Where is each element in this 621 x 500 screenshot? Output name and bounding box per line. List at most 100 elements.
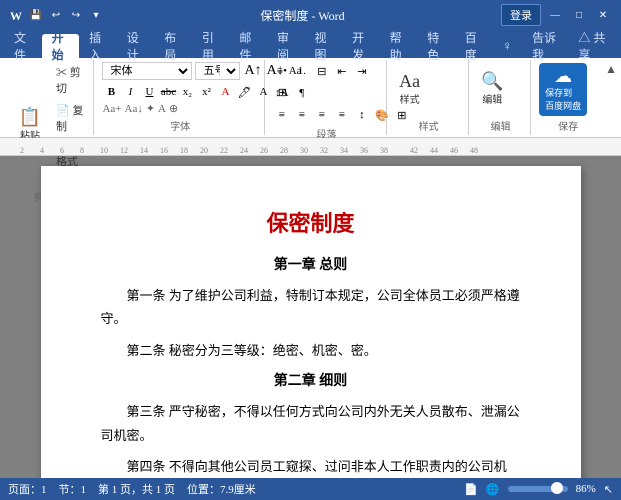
justify-button[interactable]: ≡ [333, 106, 351, 124]
ribbon: 📋 粘贴 ✂ 剪切 📄 复制 🖌 格式刷 剪贴板 宋体 五号 A↑ A↓ [0, 58, 621, 138]
ribbon-group-edit: 🔍 编辑 编辑 [471, 60, 531, 135]
document-area[interactable]: 保密制度 第一章 总则 第一条 为了维护公司利益，特制订本规定，公司全体员工必须… [0, 156, 621, 478]
tab-help[interactable]: 帮助 [380, 34, 418, 58]
numbering-button[interactable]: 1. [293, 62, 311, 80]
subscript-button[interactable]: x₂ [178, 83, 196, 101]
ribbon-group-save: ☁ 保存到 百度网盘 保存 [533, 60, 603, 135]
decrease-indent-button[interactable]: ⇤ [333, 62, 351, 80]
status-page-of: 第 1 页，共 1 页 [98, 481, 175, 497]
tab-home[interactable]: 开始 [42, 34, 80, 58]
edit-icon: 🔍 [481, 72, 503, 90]
ruler: 2 4 6 8 10 12 14 16 18 20 22 24 26 28 30… [0, 138, 621, 156]
ribbon-tabs: 文件 开始 插入 设计 布局 引用 邮件 审阅 视图 开发 帮助 特色 百度 ♀… [0, 30, 621, 58]
ribbon-collapse[interactable]: ▲ [605, 60, 617, 135]
font-label: 字体 [102, 118, 257, 133]
minimize-button[interactable]: — [545, 8, 565, 22]
copy-button[interactable]: 📄 复制 [52, 100, 87, 136]
align-right-button[interactable]: ≡ [313, 106, 331, 124]
paste-icon: 📋 [19, 108, 41, 126]
undo-icon[interactable]: ↩ [48, 7, 64, 23]
cut-button[interactable]: ✂ 剪切 [52, 62, 87, 98]
paragraph-1: 第一条 为了维护公司利益，特制订本规定，公司全体员工必须严格遵守。 [101, 284, 521, 331]
font-color-button[interactable]: A [216, 83, 234, 101]
tab-references[interactable]: 引用 [192, 34, 230, 58]
status-section: 节：1 [59, 481, 87, 497]
superscript-button[interactable]: x² [197, 83, 215, 101]
tab-insert[interactable]: 插入 [79, 34, 117, 58]
status-position: 位置：7.9厘米 [187, 481, 256, 497]
ribbon-group-font: 宋体 五号 A↑ A↓ Aa B I U abc x₂ x² A 🖊 A ⊞ [96, 60, 264, 135]
font-row-2: B I U abc x₂ x² A 🖊 A ⊞ [102, 83, 291, 101]
zoom-thumb [551, 482, 563, 494]
align-center-button[interactable]: ≡ [293, 106, 311, 124]
status-right: 📄 🌐 86% ↖ [464, 483, 613, 496]
styles-icon: Aa [399, 72, 420, 90]
bold-button[interactable]: B [102, 83, 120, 101]
redo-icon[interactable]: ↪ [68, 7, 84, 23]
ribbon-group-paragraph: ≡• 1. ⊟ ⇤ ⇥ ↕A ¶ ≡ ≡ ≡ ≡ ↕ 🎨 ⊞ 段落 [267, 60, 387, 135]
paragraph-4: 第四条 不得向其他公司员工窥探、过问非本人工作职责内的公司机密。 [101, 455, 521, 478]
tab-review[interactable]: 审阅 [267, 34, 305, 58]
status-bar: 页面：1 节：1 第 1 页，共 1 页 位置：7.9厘米 📄 🌐 86% ↖ [0, 478, 621, 500]
login-button[interactable]: 登录 [501, 4, 541, 26]
strikethrough-button[interactable]: abc [159, 83, 177, 101]
tab-baidu[interactable]: 百度 [455, 34, 493, 58]
word-logo-icon: W [8, 7, 24, 23]
sort-button[interactable]: ↕A [273, 84, 291, 102]
save-baidu-button[interactable]: ☁ 保存到 百度网盘 [539, 63, 587, 116]
title-right: 登录 — □ ✕ [501, 4, 613, 26]
tab-view[interactable]: 视图 [305, 34, 343, 58]
align-left-button[interactable]: ≡ [273, 106, 291, 124]
layout-icon[interactable]: 📄 [464, 483, 478, 496]
highlight-button[interactable]: 🖊 [235, 83, 253, 101]
svg-text:W: W [10, 9, 22, 23]
tab-female[interactable]: ♀ [492, 34, 522, 58]
grow-font-button[interactable]: A↑ [243, 62, 262, 80]
cursor-icon: ↖ [604, 483, 613, 496]
status-left: 页面：1 节：1 第 1 页，共 1 页 位置：7.9厘米 [8, 481, 256, 497]
edit-content: 🔍 编辑 [477, 62, 524, 116]
tab-file[interactable]: 文件 [4, 34, 42, 58]
increase-indent-button[interactable]: ⇥ [353, 62, 371, 80]
multilevel-button[interactable]: ⊟ [313, 62, 331, 80]
paragraph-content: ≡• 1. ⊟ ⇤ ⇥ ↕A ¶ ≡ ≡ ≡ ≡ ↕ 🎨 ⊞ [273, 62, 380, 124]
zoom-slider[interactable] [508, 486, 568, 492]
bullets-button[interactable]: ≡• [273, 62, 291, 80]
document-title: 保密制度 [101, 206, 521, 238]
document-page: 保密制度 第一章 总则 第一条 为了维护公司利益，特制订本规定，公司全体员工必须… [41, 166, 581, 478]
edit-button[interactable]: 🔍 编辑 [477, 70, 507, 108]
para-row-1: ≡• 1. ⊟ ⇤ ⇥ [273, 62, 371, 80]
underline-button[interactable]: U [140, 83, 158, 101]
styles-gallery-button[interactable]: Aa 样式 [395, 70, 424, 108]
styles-content: Aa 样式 [395, 62, 462, 116]
status-page: 页面：1 [8, 481, 47, 497]
tab-developer[interactable]: 开发 [342, 34, 380, 58]
tab-design[interactable]: 设计 [117, 34, 155, 58]
chapter2-heading: 第二章 细则 [101, 370, 521, 390]
font-size-select[interactable]: 五号 [195, 62, 240, 80]
ribbon-group-clipboard: 📋 粘贴 ✂ 剪切 📄 复制 🖌 格式刷 剪贴板 [4, 60, 94, 135]
tab-mailings[interactable]: 邮件 [229, 34, 267, 58]
font-family-select[interactable]: 宋体 [102, 62, 192, 80]
show-marks-button[interactable]: ¶ [293, 84, 311, 102]
tab-share[interactable]: △ 共享 [568, 34, 617, 58]
customize-icon[interactable]: ▾ [88, 7, 104, 23]
web-view-icon[interactable]: 🌐 [486, 483, 500, 496]
ribbon-group-styles: Aa 样式 样式 [389, 60, 469, 135]
line-spacing-button[interactable]: ↕ [353, 106, 371, 124]
maximize-button[interactable]: □ [569, 8, 589, 22]
title-left: W 💾 ↩ ↪ ▾ [8, 7, 104, 23]
font-content: 宋体 五号 A↑ A↓ Aa B I U abc x₂ x² A 🖊 A ⊞ [102, 62, 257, 116]
zoom-level: 86% [576, 483, 596, 495]
close-button[interactable]: ✕ [593, 8, 613, 22]
edit-label: 编辑 [477, 118, 524, 133]
baidu-save-icon: ☁ [554, 67, 572, 85]
italic-button[interactable]: I [121, 83, 139, 101]
tab-layout[interactable]: 布局 [154, 34, 192, 58]
tab-tell-me[interactable]: 告诉我 [522, 34, 568, 58]
para-row-2: ↕A ¶ [273, 84, 311, 102]
save-icon[interactable]: 💾 [28, 7, 44, 23]
tab-special[interactable]: 特色 [417, 34, 455, 58]
paragraph-3: 第三条 严守秘密，不得以任何方式向公司内外无关人员散布、泄漏公司机密。 [101, 400, 521, 447]
font-row-3: Aa+ Aa↓ ✦ A ⊕ [102, 102, 178, 115]
